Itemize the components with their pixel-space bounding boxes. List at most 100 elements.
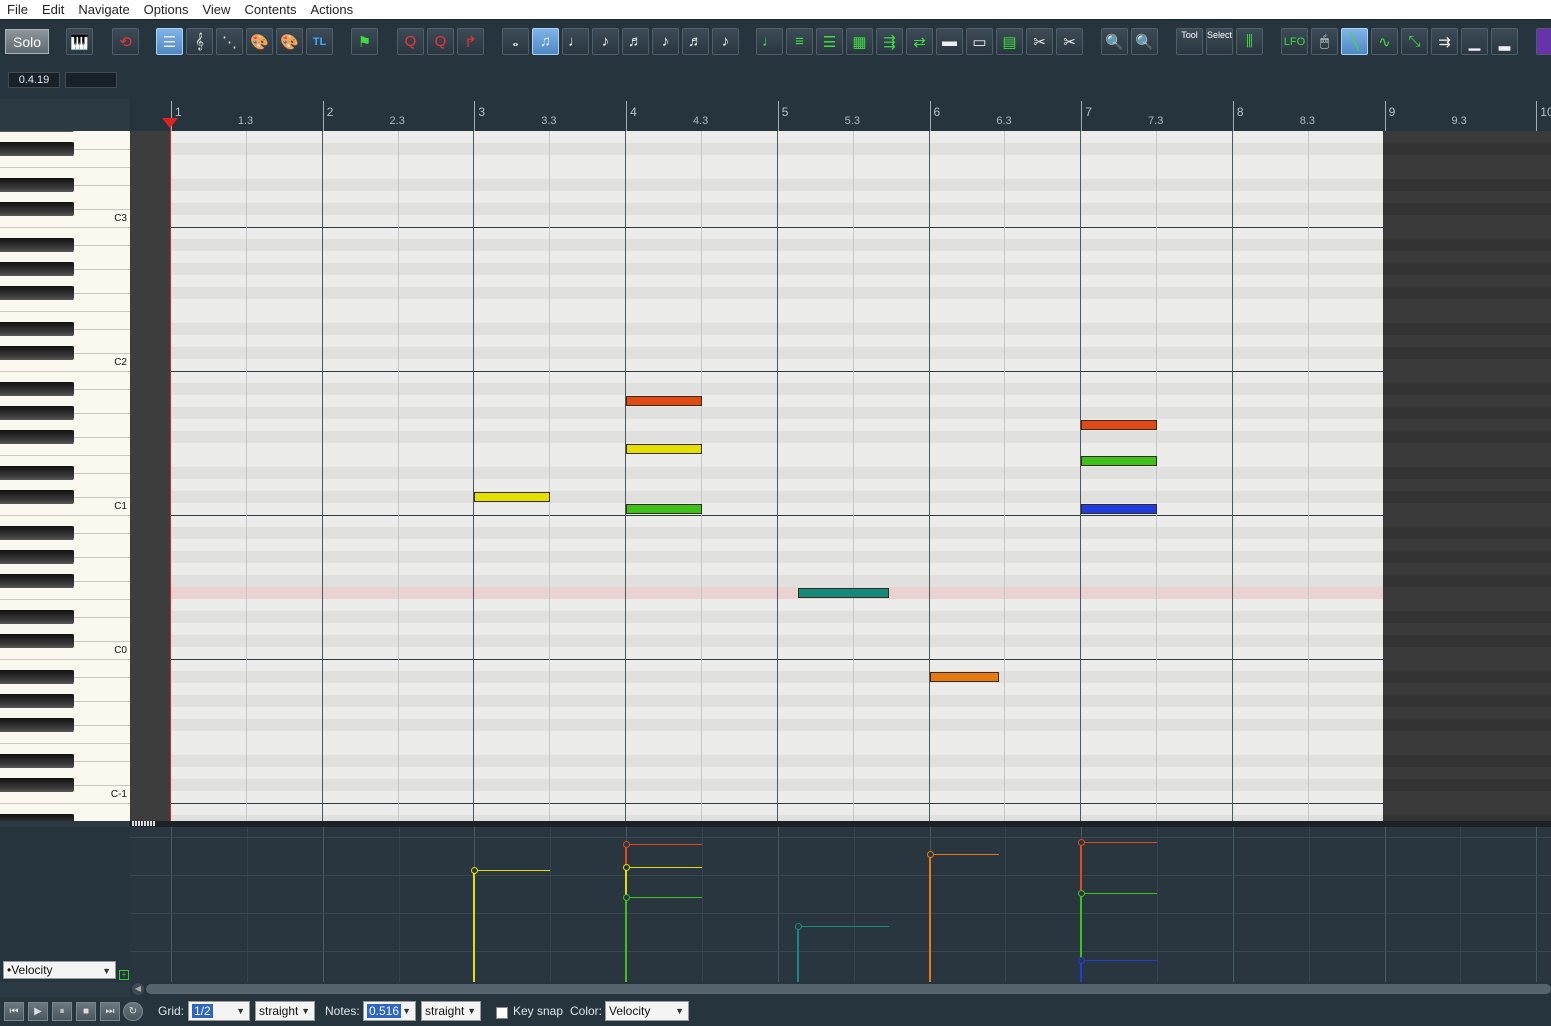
play-icon[interactable]: ▶ xyxy=(28,1002,48,1021)
lfo-button[interactable]: LFO xyxy=(1281,28,1308,55)
ramp-icon[interactable]: ⤡ xyxy=(1401,28,1428,55)
black-key[interactable] xyxy=(0,322,74,336)
cut-icon[interactable]: ✂ xyxy=(1026,28,1053,55)
black-key[interactable] xyxy=(0,694,74,708)
black-key[interactable] xyxy=(0,286,74,300)
half-note-icon[interactable]: ♫ xyxy=(532,28,559,55)
curve-icon[interactable]: ∿ xyxy=(1371,28,1398,55)
scroll-left-icon[interactable]: ◀ xyxy=(132,983,144,995)
ruler-icon[interactable]: ▭ xyxy=(966,28,993,55)
split-icon[interactable]: ✂ xyxy=(1056,28,1083,55)
black-key[interactable] xyxy=(0,430,74,444)
palette-book-icon[interactable]: 🎨 xyxy=(276,28,303,55)
zoom-in-icon[interactable]: 🔍 xyxy=(1101,28,1128,55)
black-key[interactable] xyxy=(0,238,74,252)
loop-off-icon[interactable]: ⟲ xyxy=(112,28,139,55)
sixtyfourth-note-icon[interactable]: ♬ xyxy=(682,28,709,55)
quantize-settings-icon[interactable]: Q xyxy=(427,28,454,55)
black-key[interactable] xyxy=(0,202,74,216)
black-key[interactable] xyxy=(0,814,74,821)
velocity-handle[interactable] xyxy=(794,923,802,931)
velocity-handle[interactable] xyxy=(471,866,479,874)
mouse-icon[interactable]: 🖱 xyxy=(1311,28,1338,55)
menu-edit[interactable]: Edit xyxy=(35,2,71,17)
menu-view[interactable]: View xyxy=(195,2,237,17)
midi-note[interactable] xyxy=(626,444,702,454)
stop-icon[interactable]: ■ xyxy=(76,1002,96,1021)
menu-options[interactable]: Options xyxy=(137,2,196,17)
black-key[interactable] xyxy=(0,466,74,480)
velocity-lane[interactable] xyxy=(130,827,1551,982)
pause-icon[interactable]: ⏸ xyxy=(52,1002,72,1021)
velocity-handle[interactable] xyxy=(623,894,631,902)
velocity-bars-icon[interactable]: ▁ xyxy=(1461,28,1488,55)
quantize-icon[interactable]: Q xyxy=(397,28,424,55)
velocity-handle[interactable] xyxy=(1078,890,1086,897)
lane-type-select[interactable]: •Velocity ▼ xyxy=(3,961,116,979)
grid-select-icon[interactable]: ▦ xyxy=(846,28,873,55)
redo-icon[interactable]: ↱ xyxy=(457,28,484,55)
line-draw-icon[interactable]: ╲ xyxy=(1341,28,1368,55)
triplet-note-icon[interactable]: ♪ xyxy=(712,28,739,55)
grid-mode-select[interactable]: straight ▼ xyxy=(255,1001,315,1021)
list-notes-icon[interactable]: ☰ xyxy=(816,28,843,55)
menu-navigate[interactable]: Navigate xyxy=(71,2,136,17)
midi-note[interactable] xyxy=(1081,420,1158,430)
zoom-out-icon[interactable]: 🔍 xyxy=(1131,28,1158,55)
position-display-secondary[interactable] xyxy=(65,72,117,88)
timeline-ruler[interactable]: 1 2 3 4 5 6 7 8 9 10 1.3 2.3 3.3 4.3 5.3 6.3 7.3 8.3 9.3 xyxy=(130,99,1551,131)
black-key[interactable] xyxy=(0,382,74,396)
black-key[interactable] xyxy=(0,574,74,588)
velocity-stalk[interactable] xyxy=(928,853,931,982)
midi-note[interactable] xyxy=(626,504,702,514)
black-key[interactable] xyxy=(0,142,74,156)
black-key[interactable] xyxy=(0,346,74,360)
solo-button[interactable]: Solo xyxy=(5,29,49,54)
midi-note[interactable] xyxy=(474,492,551,502)
velocity-handle[interactable] xyxy=(623,863,631,871)
quarter-note-icon[interactable]: ♩ xyxy=(562,28,589,55)
whole-note-icon[interactable]: 𝅝 xyxy=(502,28,529,55)
notes-length-select[interactable]: 0.516 ▼ xyxy=(363,1001,416,1021)
midi-note[interactable] xyxy=(1081,504,1158,514)
menu-file[interactable]: File xyxy=(0,2,35,17)
eighth-note-icon[interactable]: ♪ xyxy=(592,28,619,55)
velocity-handle[interactable] xyxy=(1078,839,1086,847)
overflow-icon[interactable] xyxy=(1536,28,1551,55)
mixer-icon[interactable]: ⫼ xyxy=(1236,28,1263,55)
menu-contents[interactable]: Contents xyxy=(237,2,303,17)
position-display[interactable]: 0.4.19 xyxy=(8,72,60,88)
add-lane-icon[interactable]: + xyxy=(119,970,129,980)
piano-roll-icon[interactable]: 🎹 xyxy=(66,28,93,55)
grid-select[interactable]: 1/2 ▼ xyxy=(188,1001,250,1021)
humanize-icon[interactable]: ▤ xyxy=(996,28,1023,55)
splitter-grip-icon[interactable] xyxy=(132,821,156,826)
people-icon[interactable]: ⚑ xyxy=(351,28,378,55)
edit-notes-icon[interactable]: ≡ xyxy=(786,28,813,55)
black-key[interactable] xyxy=(0,778,74,792)
black-key[interactable] xyxy=(0,178,74,192)
velocity-stalk[interactable] xyxy=(625,897,628,982)
color-mode-select[interactable]: Velocity ▼ xyxy=(605,1001,689,1021)
midi-note[interactable] xyxy=(1081,456,1158,466)
stretch-icon[interactable]: ⇶ xyxy=(876,28,903,55)
black-key[interactable] xyxy=(0,490,74,504)
black-key[interactable] xyxy=(0,131,74,132)
black-key[interactable] xyxy=(0,610,74,624)
insert-note-icon[interactable]: ♩ xyxy=(756,28,783,55)
repeat-icon[interactable]: ↻ xyxy=(123,1002,143,1021)
black-key[interactable] xyxy=(0,526,74,540)
thirtysecond-note-icon[interactable]: ♪ xyxy=(652,28,679,55)
black-key[interactable] xyxy=(0,406,74,420)
black-key[interactable] xyxy=(0,634,74,648)
black-key[interactable] xyxy=(0,550,74,564)
legato-icon[interactable]: ▬ xyxy=(936,28,963,55)
midi-note[interactable] xyxy=(797,588,889,598)
go-to-start-icon[interactable]: ⏮ xyxy=(4,1002,24,1021)
notes-mode-select[interactable]: straight ▼ xyxy=(421,1001,481,1021)
velocity-handle[interactable] xyxy=(926,850,934,858)
velocity-stalk[interactable] xyxy=(796,926,799,982)
tool-meter-button[interactable]: Tool xyxy=(1176,28,1203,55)
keysnap-checkbox[interactable] xyxy=(496,1007,508,1019)
velocity-handle[interactable] xyxy=(1078,956,1086,964)
